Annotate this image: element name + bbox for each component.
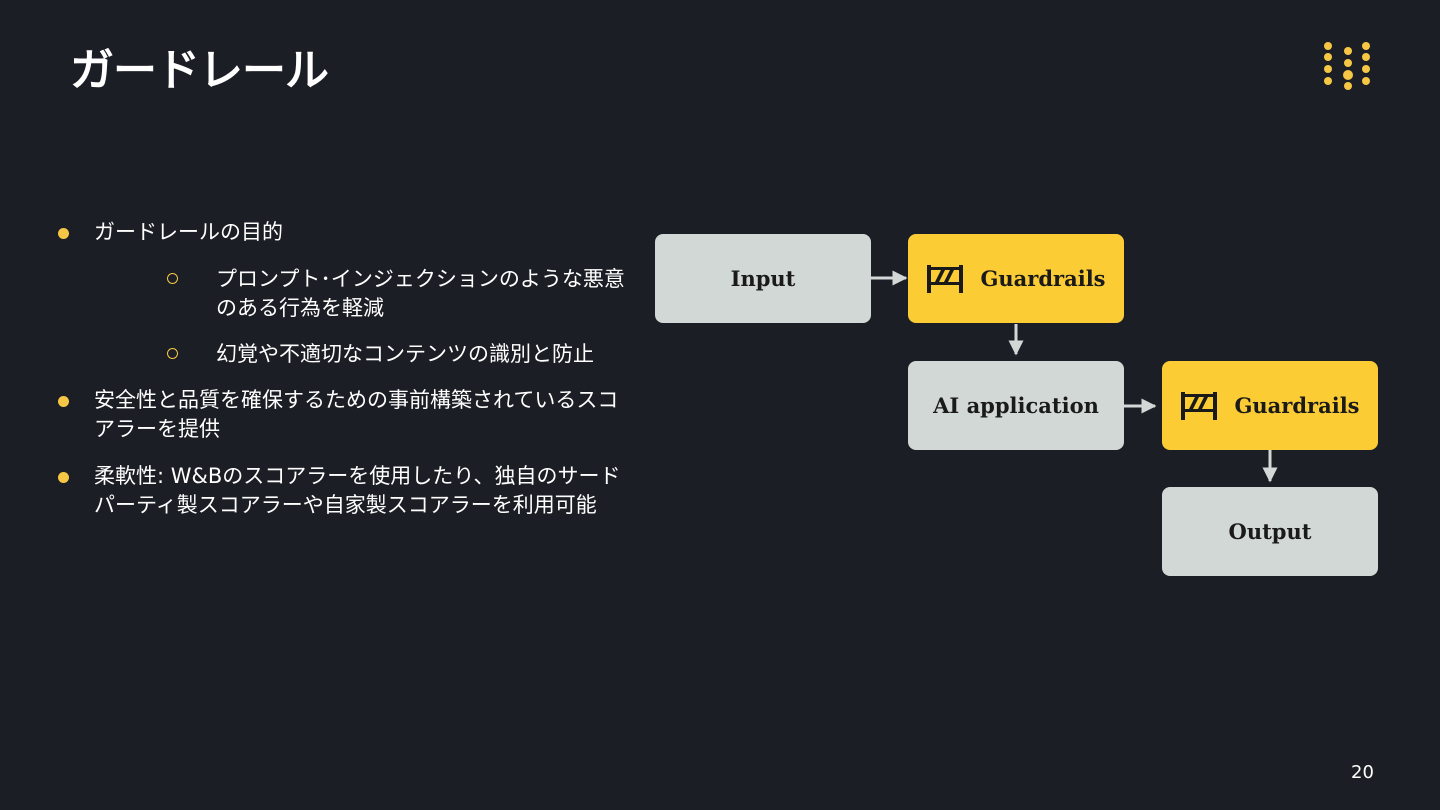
bullet-purpose: ガードレールの目的	[56, 218, 626, 247]
bullet-dot-icon	[58, 472, 69, 483]
bullet-flexibility: 柔軟性: W&Bのスコアラーを使用したり、独自のサードパーティ製スコアラーや自家…	[56, 462, 626, 520]
bullet-dot-icon	[58, 396, 69, 407]
barrier-icon	[1181, 391, 1218, 420]
sub-bullet-text: プロンプト･インジェクションのような悪意のある行為を軽減	[216, 267, 625, 320]
node-label: Output	[1228, 519, 1312, 544]
node-label: Guardrails	[980, 266, 1106, 291]
dots-logo-icon	[1324, 42, 1370, 90]
page-number: 20	[1351, 762, 1374, 783]
barrier-icon	[927, 264, 964, 293]
node-ai-application: AI application	[908, 361, 1124, 450]
sub-bullet-identify: 幻覚や不適切なコンテンツの識別と防止	[56, 340, 626, 369]
node-input: Input	[655, 234, 871, 323]
node-label: Input	[730, 266, 796, 291]
bullet-dot-icon	[58, 228, 69, 239]
node-output: Output	[1162, 487, 1378, 576]
bullet-prebuilt-scorers: 安全性と品質を確保するための事前構築されているスコアラーを提供	[56, 386, 626, 444]
node-guardrails-input: Guardrails	[908, 234, 1124, 323]
bullet-list: ガードレールの目的 プロンプト･インジェクションのような悪意のある行為を軽減 幻…	[56, 218, 626, 538]
bullet-text: 安全性と品質を確保するための事前構築されているスコアラーを提供	[94, 388, 619, 441]
slide-title: ガードレール	[70, 45, 329, 96]
node-label: AI application	[933, 393, 1099, 418]
node-guardrails-output: Guardrails	[1162, 361, 1378, 450]
sub-bullet-ring-icon	[167, 348, 178, 359]
node-label: Guardrails	[1234, 393, 1360, 418]
bullet-text: ガードレールの目的	[94, 220, 283, 244]
guardrails-flow-diagram: Input Guardrails AI application Guardrai…	[640, 220, 1400, 600]
sub-bullet-text: 幻覚や不適切なコンテンツの識別と防止	[216, 342, 594, 366]
sub-bullet-ring-icon	[167, 273, 178, 284]
sub-bullet-mitigate: プロンプト･インジェクションのような悪意のある行為を軽減	[56, 265, 626, 323]
bullet-text: 柔軟性: W&Bのスコアラーを使用したり、独自のサードパーティ製スコアラーや自家…	[94, 464, 621, 517]
